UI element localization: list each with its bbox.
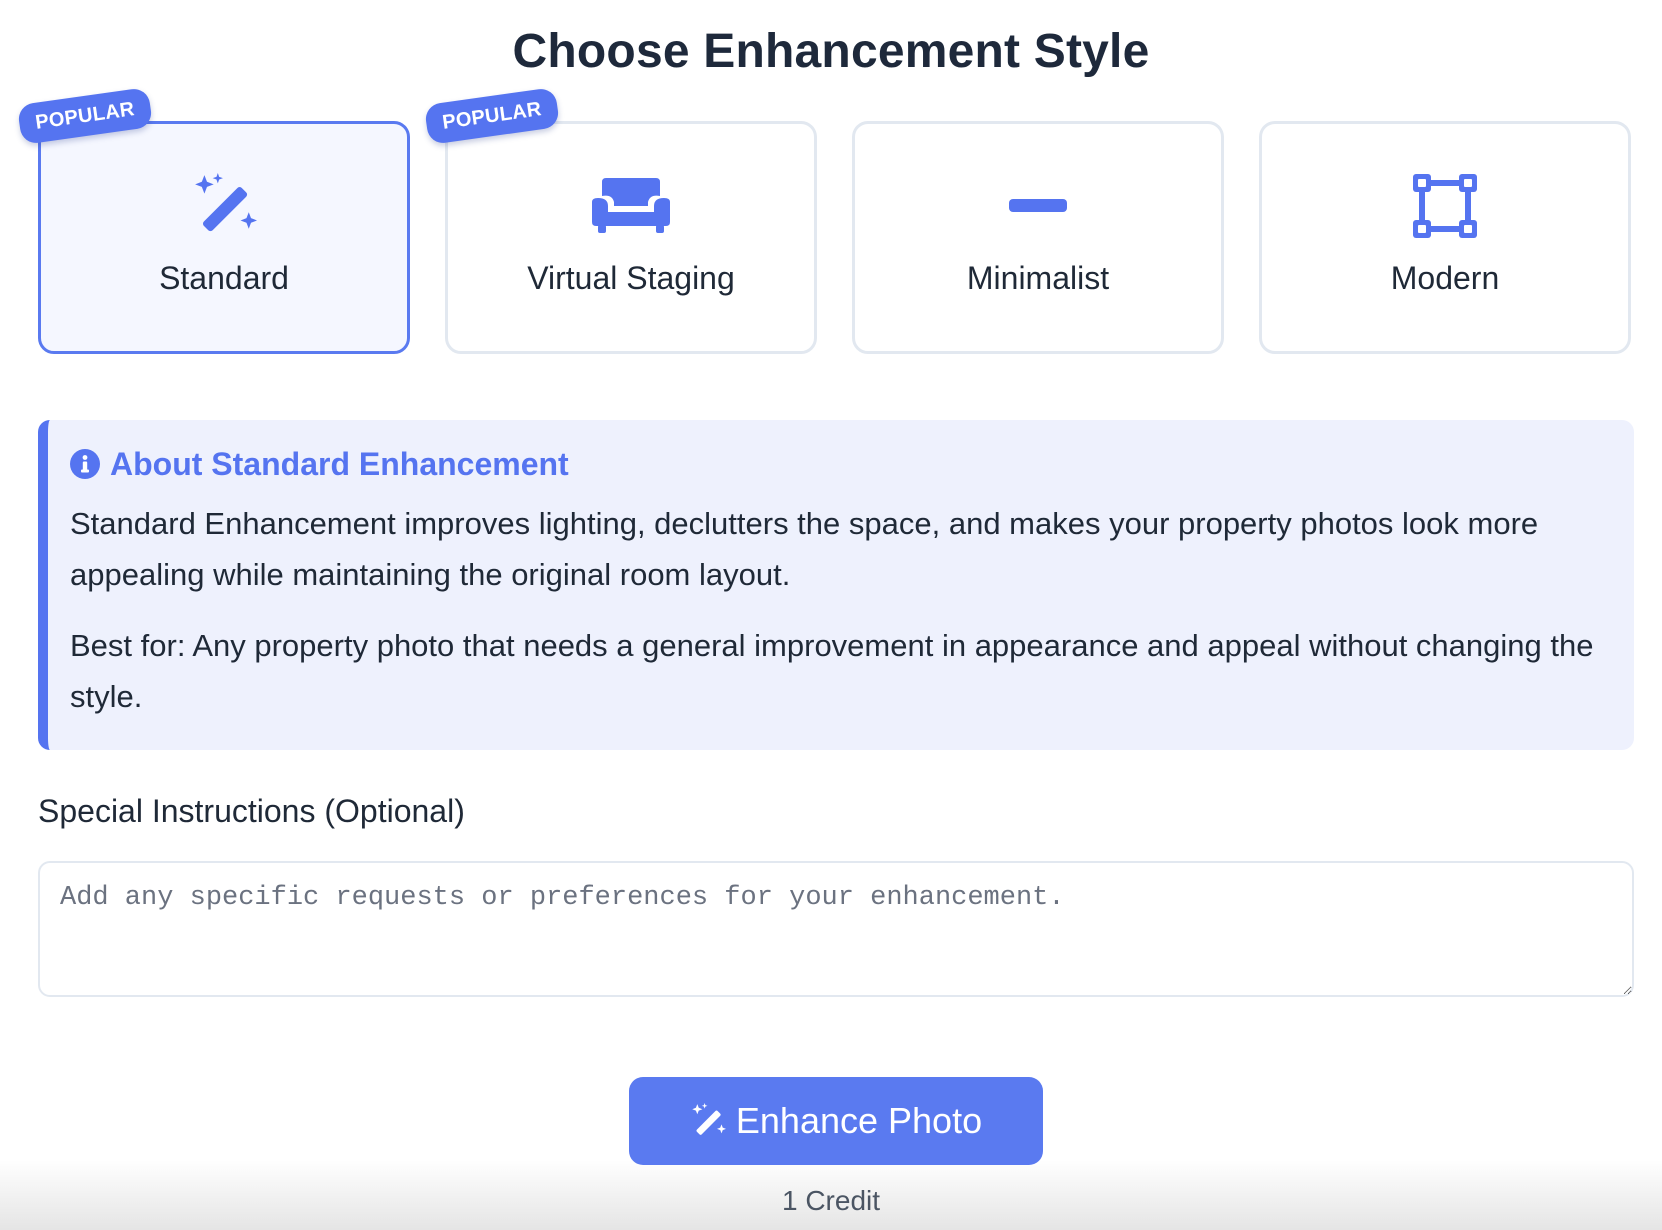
credit-cost: 1 Credit [781,1185,881,1216]
enhance-photo-label: Enhance Photo [735,1100,983,1141]
style-card-label: Virtual Staging [527,260,735,296]
special-instructions-input[interactable] [38,861,1634,997]
style-info-panel: About Standard Enhancement Standard Enha… [38,420,1634,750]
style-card-modern[interactable]: Modern [1259,121,1631,354]
info-title: About Standard Enhancement [110,445,569,482]
style-card-label: Modern [1390,260,1500,296]
style-card-virtual-staging[interactable]: POPULAR Virtual Staging [423,87,817,354]
style-card-minimalist[interactable]: Minimalist [852,121,1224,354]
special-instructions-label: Special Instructions (Optional) [38,793,465,829]
info-description: Standard Enhancement improves lighting, … [70,506,1539,592]
info-circle-icon [70,449,100,479]
style-card-standard[interactable]: POPULAR Standard [16,87,410,354]
magic-wand-icon [690,1103,726,1139]
popular-badge: POPULAR [16,87,154,145]
info-best-for: Best for: Any property photo that needs … [70,628,1594,714]
enhance-photo-button[interactable]: Enhance Photo [629,1077,1043,1165]
vector-square-icon [1262,168,1628,244]
minus-icon [855,168,1221,244]
couch-icon [448,168,814,244]
magic-wand-icon [41,168,407,244]
page-title: Choose Enhancement Style [512,25,1150,78]
style-card-label: Minimalist [966,260,1110,296]
popular-badge: POPULAR [423,87,561,145]
style-card-label: Standard [159,260,289,296]
style-options: POPULAR Standard POPULAR Virtual Staging [16,87,1634,354]
